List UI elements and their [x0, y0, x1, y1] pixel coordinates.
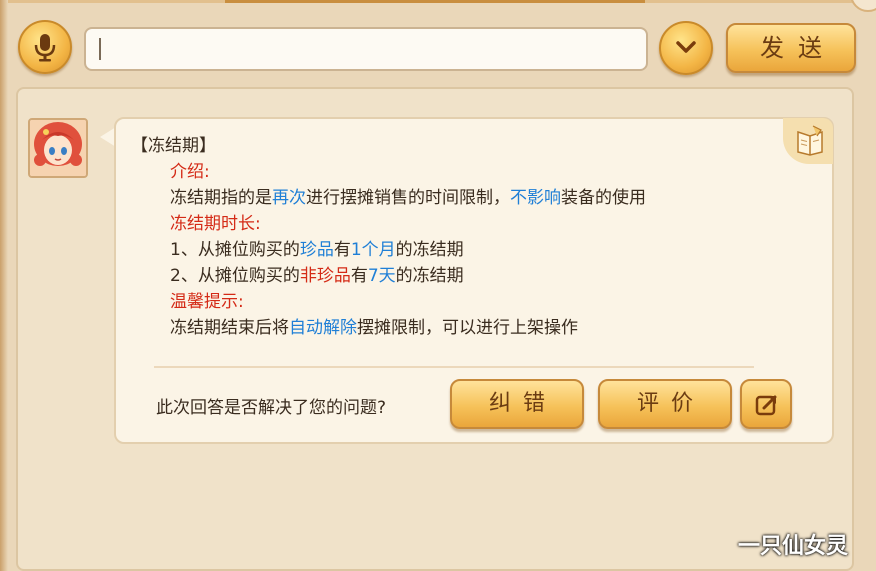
highlight-non-treasure: 非珍品 [299, 266, 351, 286]
answer-title: 【冻结期】 [131, 136, 216, 156]
duration-text-part: 有 [350, 266, 368, 286]
knowledge-book-button[interactable] [783, 118, 833, 164]
duration-heading: 冻结期时长: [170, 214, 261, 234]
send-button[interactable]: 发送 [726, 23, 856, 73]
intro-text-part: 装备的使用 [561, 188, 646, 208]
tips-text-part: 冻结期结束后将 [170, 318, 289, 338]
share-button[interactable] [740, 379, 792, 429]
frame-left-edge [0, 0, 8, 571]
duration-text-part: 的冻结期 [395, 266, 464, 286]
chat-input-box[interactable] [84, 27, 648, 71]
voice-input-button[interactable] [18, 20, 72, 74]
highlight-one-month: 1个月 [350, 240, 396, 260]
share-icon [755, 395, 777, 416]
duration-line-1: 1、从摊位购买的珍品有1个月的冻结期 [170, 237, 464, 263]
tips-text-part: 摆摊限制，可以进行上架操作 [357, 318, 578, 338]
watermark-text: 一只仙女灵 [738, 534, 849, 559]
quick-phrase-dropdown-button[interactable] [659, 21, 713, 75]
frame-top-accent [225, 0, 645, 3]
tips-heading: 温馨提示: [170, 292, 244, 312]
highlight-auto-release: 自动解除 [289, 318, 357, 338]
duration-text-part: 的冻结期 [395, 240, 464, 260]
assistant-avatar [28, 118, 88, 178]
highlight-seven-days: 7天 [367, 266, 396, 286]
duration-text-part: 有 [333, 240, 351, 260]
intro-text-part: 进行摆摊销售的时间限制， [306, 188, 510, 208]
bubble-divider [154, 366, 754, 368]
report-error-button[interactable]: 纠错 [450, 379, 584, 429]
intro-text-part: 冻结期指的是 [170, 188, 272, 208]
feedback-question: 此次回答是否解决了您的问题? [156, 398, 387, 418]
chat-input[interactable] [86, 29, 646, 69]
intro-highlight-again: 再次 [272, 188, 306, 208]
highlight-treasure: 珍品 [299, 240, 334, 260]
duration-text-part: 2、从摊位购买的 [170, 266, 300, 286]
rate-button[interactable]: 评价 [598, 379, 732, 429]
intro-text: 冻结期指的是再次进行摆摊销售的时间限制，不影响装备的使用 [170, 185, 646, 211]
intro-heading: 介绍: [170, 162, 210, 182]
book-icon [797, 125, 823, 156]
intro-highlight-no-effect: 不影响 [510, 188, 561, 208]
chevron-down-icon [676, 41, 696, 53]
tips-text: 冻结期结束后将自动解除摆摊限制，可以进行上架操作 [170, 315, 578, 341]
microphone-icon [34, 34, 56, 62]
duration-text-part: 1、从摊位购买的 [170, 240, 300, 260]
duration-line-2: 2、从摊位购买的非珍品有7天的冻结期 [170, 263, 464, 289]
girl-portrait-icon [30, 120, 86, 176]
